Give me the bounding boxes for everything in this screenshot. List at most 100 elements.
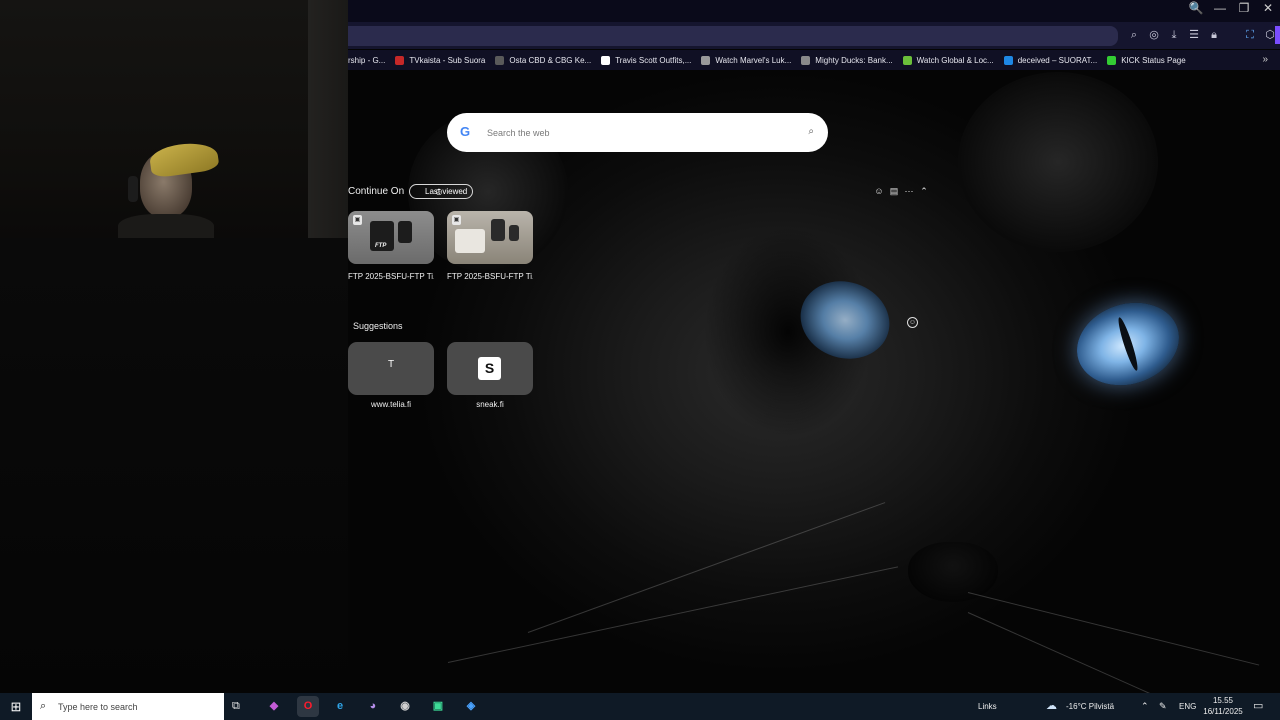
webcam-door-panel xyxy=(308,0,348,238)
clock-date: 16/11/2025 xyxy=(1203,707,1243,716)
wallpaper-eye-right xyxy=(1066,289,1190,399)
opera-app-icon[interactable]: O xyxy=(297,696,319,717)
bookmark-favicon-icon xyxy=(701,55,711,65)
card-title: FTP 2025-BSFU-FTP Ti... xyxy=(348,272,434,281)
bookmark-favicon-icon xyxy=(801,55,811,65)
bookmark-item[interactable]: KICK Status Page xyxy=(1107,55,1186,65)
browser-titlebar: 🔍 — ❐ ✕ xyxy=(348,0,1280,22)
bookmark-label: Mighty Ducks: Bank... xyxy=(815,55,893,65)
bookmark-item[interactable]: rship - G... xyxy=(348,56,385,65)
bookmark-label: deceived – SUORAT... xyxy=(1017,55,1098,65)
bookmark-favicon-icon xyxy=(1107,55,1117,65)
sidebar-accent xyxy=(1275,26,1280,44)
pen-icon[interactable]: ✎ xyxy=(1159,693,1167,720)
webcam-overlay xyxy=(0,0,348,238)
bookmark-label: TVkaista - Sub Suora xyxy=(409,55,486,65)
app-blue-app-icon[interactable]: ◈ xyxy=(460,696,482,717)
copilot-app-icon[interactable]: ◆ xyxy=(263,696,285,717)
left-dark-area xyxy=(0,238,348,693)
wallpaper-whisker xyxy=(527,502,886,633)
bookmark-item[interactable]: Mighty Ducks: Bank... xyxy=(801,55,893,65)
section-tools: ☺ ▤ ⋯ ⌃ xyxy=(874,186,929,196)
telia-icon: T xyxy=(387,359,395,370)
task-view-icon[interactable]: ⧉ xyxy=(232,700,240,713)
address-row: ⌕ ◎ ⤓ ☰ 🔒︎ ⛶ ⬡ xyxy=(348,22,1280,49)
menu-icon[interactable]: ☰ xyxy=(1186,27,1202,43)
bookmark-label: KICK Status Page xyxy=(1121,55,1186,65)
language-indicator[interactable]: ENG xyxy=(1179,693,1196,720)
search-box[interactable]: G ⌕ xyxy=(447,113,828,152)
app-grey-app-icon[interactable]: ◉ xyxy=(394,696,416,717)
streamer-cap xyxy=(148,139,220,179)
windows-start-icon[interactable]: ⊞ xyxy=(0,693,32,720)
links-toolbar[interactable]: Links xyxy=(978,693,997,720)
card-thumbnail: ▣ xyxy=(447,211,533,264)
taskbar-search[interactable]: ⌕ xyxy=(32,693,224,720)
bookmark-favicon-icon xyxy=(495,55,505,65)
edge-app-icon[interactable]: e xyxy=(329,696,351,717)
download-icon[interactable]: ⤓ xyxy=(1166,27,1182,43)
emoji-icon[interactable]: ☺ xyxy=(874,186,884,196)
camera-icon[interactable]: ◎ xyxy=(1146,27,1162,43)
layout-icon[interactable]: ▤ xyxy=(889,186,899,196)
more-icon[interactable]: ⋯ xyxy=(904,186,914,196)
continue-card[interactable]: FTP ▣ FTP 2025-BSFU-FTP Ti... xyxy=(348,211,434,281)
tray-chevron-icon[interactable]: ⌃ xyxy=(1141,693,1149,720)
wallpaper-nose xyxy=(908,542,998,602)
bookmarks-bar: rship - G... TVkaista - Sub Suora Osta CBD… xyxy=(348,50,1280,70)
bookmark-item[interactable]: Osta CBD & CBG Ke... xyxy=(495,55,591,65)
bookmark-label: Travis Scott Outfits,... xyxy=(615,55,692,65)
collapse-icon[interactable]: ⌃ xyxy=(919,186,929,196)
bookmark-item[interactable]: Watch Global & Loc... xyxy=(902,55,994,65)
suggestion-tile-sneak[interactable]: S xyxy=(447,342,533,395)
maximize-button[interactable]: ❐ xyxy=(1232,0,1256,16)
streamer-body xyxy=(118,214,214,238)
bag-icon: ▣ xyxy=(452,215,461,225)
bookmark-item[interactable]: Watch Marvel's Luk... xyxy=(701,55,792,65)
bookmark-favicon-icon xyxy=(395,55,405,65)
notification-icon[interactable]: ▭ xyxy=(1253,693,1263,720)
cloud-icon: ☁ xyxy=(1046,700,1057,712)
google-icon: G xyxy=(460,124,471,139)
search-icon[interactable]: ⌕ xyxy=(1126,27,1142,43)
bookmark-item[interactable]: Travis Scott Outfits,... xyxy=(601,55,692,65)
headset xyxy=(128,176,138,202)
bookmark-label: Watch Marvel's Luk... xyxy=(715,55,792,65)
bookmark-item[interactable]: deceived – SUORAT... xyxy=(1003,55,1098,65)
card-title: FTP 2025-BSFU-FTP Ti... xyxy=(447,272,533,281)
discord-app-icon[interactable]: ◕ xyxy=(362,696,384,717)
sneak-icon: S xyxy=(478,357,501,380)
windows-taskbar: ⊞ ⌕ ⧉ ◆ Oe ◕ ◉ ▣ ◈ Links ☁ -16°C Pilvistä ⌃ ✎… xyxy=(0,693,1280,720)
suggestions-title: Suggestions xyxy=(353,321,403,331)
wallpaper-whisker xyxy=(967,592,1260,666)
bookmark-item[interactable]: TVkaista - Sub Suora xyxy=(395,55,486,65)
bookmarks-overflow-icon[interactable]: » xyxy=(1262,54,1268,65)
continue-card[interactable]: ▣ FTP 2025-BSFU-FTP Ti... xyxy=(447,211,533,281)
lock-icon[interactable]: 🔒︎ xyxy=(1206,27,1222,43)
address-bar[interactable] xyxy=(348,26,1118,46)
last-viewed-toggle[interactable]: ◷ Last viewed xyxy=(409,184,474,199)
wallpaper-whisker xyxy=(447,566,899,663)
search-icon[interactable]: ⌕ xyxy=(808,126,814,137)
clock-icon: ◷ xyxy=(435,187,443,196)
weather-text[interactable]: -16°C Pilvistä xyxy=(1066,693,1114,720)
bookmark-favicon-icon xyxy=(1003,55,1013,65)
bookmark-label: Watch Global & Loc... xyxy=(916,55,994,65)
close-button[interactable]: ✕ xyxy=(1256,0,1280,16)
terminal-app-icon[interactable]: ▣ xyxy=(427,696,449,717)
bookmark-favicon-icon xyxy=(902,55,912,65)
taskbar-search-input[interactable] xyxy=(58,700,218,714)
bag-icon: ▣ xyxy=(353,215,362,225)
search-icon[interactable]: 🔍 xyxy=(1184,0,1208,16)
taskbar-clock[interactable]: 15.55 16/11/2025 xyxy=(1198,695,1248,717)
wallpaper-eye-left xyxy=(790,269,900,371)
search-icon: ⌕ xyxy=(40,700,47,712)
suggestion-label: sneak.fi xyxy=(476,400,504,409)
screen: 🔍 — ❐ ✕ ⌕ ◎ ⤓ ☰ 🔒︎ ⛶ ⬡ rship - G... TVkai… xyxy=(0,0,1280,720)
translate-icon[interactable]: ⛶ xyxy=(1242,27,1258,43)
continue-on-title: Continue On xyxy=(348,186,405,197)
smiley-icon[interactable]: ☺ xyxy=(907,317,918,328)
suggestion-tile-telia[interactable]: T xyxy=(348,342,434,395)
search-input[interactable] xyxy=(487,125,787,141)
minimize-button[interactable]: — xyxy=(1208,0,1232,16)
